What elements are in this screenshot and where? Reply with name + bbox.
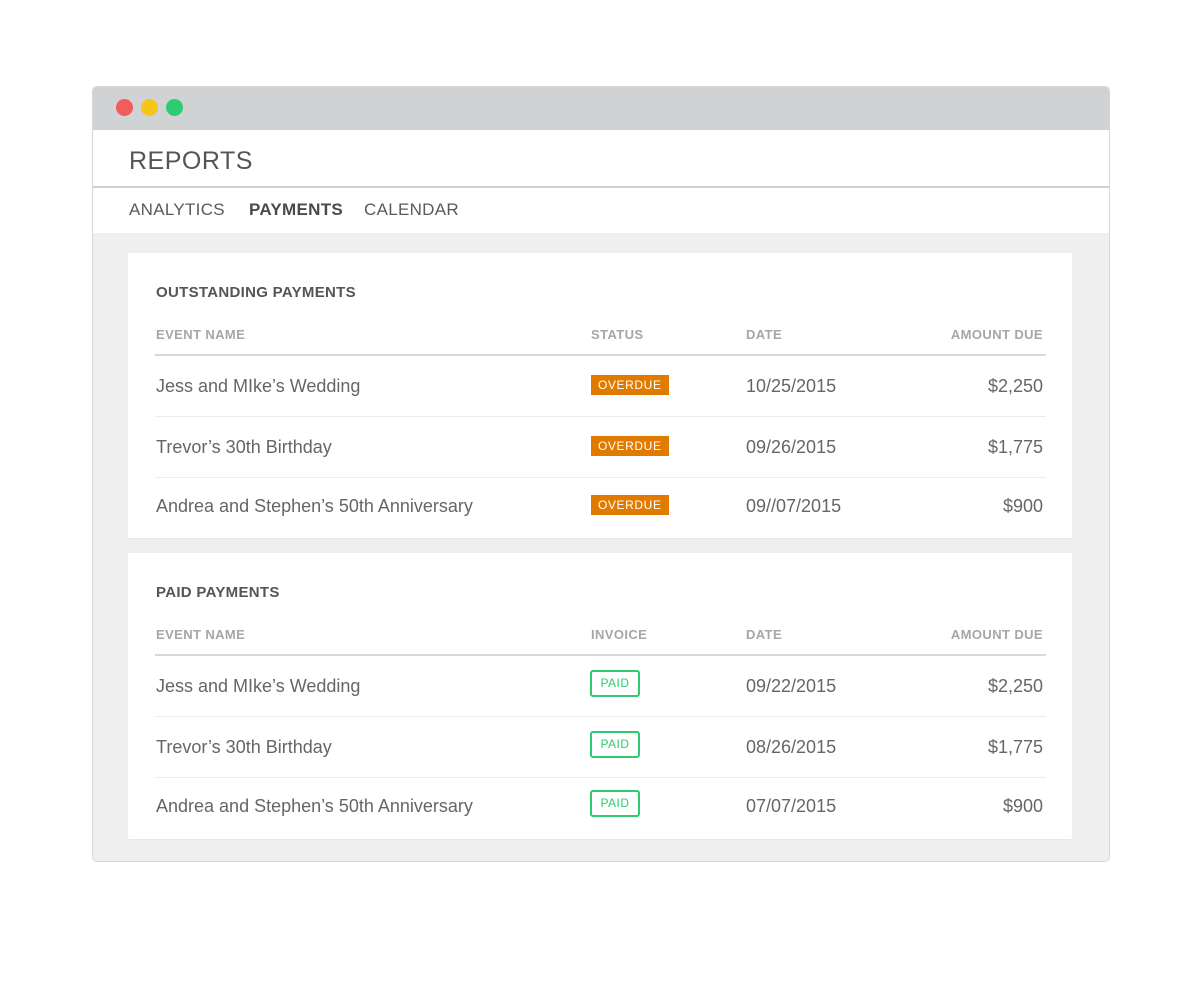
paid-invoice-button[interactable]: PAID: [590, 731, 640, 758]
column-header-invoice[interactable]: INVOICE: [591, 627, 647, 642]
column-header-status[interactable]: STATUS: [591, 327, 643, 342]
event-date: 09//07/2015: [746, 496, 842, 516]
event-date: 09/22/2015: [746, 676, 837, 696]
table-row[interactable]: Trevor’s 30th Birthday PAID 08/26/2015 $…: [155, 717, 1046, 778]
tab-payments[interactable]: PAYMENTS: [249, 200, 343, 220]
column-header-amount-due[interactable]: AMOUNT DUE: [951, 627, 1043, 642]
status-badge: OVERDUE: [591, 436, 669, 456]
column-header-date[interactable]: DATE: [746, 327, 782, 342]
table-header: EVENT NAME STATUS DATE AMOUNT DUE: [155, 326, 1046, 356]
tab-calendar[interactable]: CALENDAR: [364, 200, 459, 220]
event-date: 09/26/2015: [746, 437, 837, 457]
amount-due: $1,775: [987, 737, 1043, 757]
event-name: Trevor’s 30th Birthday: [156, 737, 332, 757]
paid-invoice-button[interactable]: PAID: [590, 670, 640, 697]
column-header-event-name[interactable]: EVENT NAME: [156, 327, 245, 342]
table-header: EVENT NAME INVOICE DATE AMOUNT DUE: [155, 626, 1046, 656]
table-row[interactable]: Trevor’s 30th Birthday OVERDUE 09/26/201…: [155, 417, 1046, 478]
amount-due: $900: [1002, 496, 1043, 516]
amount-due: $2,250: [987, 676, 1043, 696]
table-row[interactable]: Andrea and Stephen’s 50th Anniversary OV…: [155, 476, 1046, 536]
event-name: Jess and MIke’s Wedding: [156, 676, 361, 696]
paid-payments-card: PAID PAYMENTS EVENT NAME INVOICE DATE AM…: [128, 553, 1072, 839]
amount-due: $2,250: [987, 376, 1043, 396]
event-name: Jess and MIke’s Wedding: [156, 376, 361, 396]
event-name: Andrea and Stephen’s 50th Anniversary: [156, 796, 473, 816]
column-header-amount-due[interactable]: AMOUNT DUE: [951, 327, 1043, 342]
event-name: Trevor’s 30th Birthday: [156, 437, 332, 457]
maximize-window-button[interactable]: [166, 99, 183, 116]
card-title: PAID PAYMENTS: [156, 584, 280, 601]
event-date: 07/07/2015: [746, 796, 837, 816]
event-date: 10/25/2015: [746, 376, 837, 396]
tab-bar: ANALYTICS PAYMENTS CALENDAR: [93, 188, 1109, 233]
page-header: REPORTS: [93, 130, 1109, 188]
tab-analytics[interactable]: ANALYTICS: [129, 200, 225, 220]
status-badge: OVERDUE: [591, 375, 669, 395]
minimize-window-button[interactable]: [141, 99, 158, 116]
page-title: REPORTS: [129, 147, 253, 175]
amount-due: $1,775: [987, 437, 1043, 457]
event-name: Andrea and Stephen’s 50th Anniversary: [156, 496, 473, 516]
paid-invoice-button[interactable]: PAID: [590, 790, 640, 817]
main-content: OUTSTANDING PAYMENTS EVENT NAME STATUS D…: [93, 233, 1109, 861]
status-badge: OVERDUE: [591, 495, 669, 515]
column-header-event-name[interactable]: EVENT NAME: [156, 627, 245, 642]
column-header-date[interactable]: DATE: [746, 627, 782, 642]
close-window-button[interactable]: [116, 99, 133, 116]
table-row[interactable]: Andrea and Stephen’s 50th Anniversary PA…: [155, 776, 1046, 836]
card-title: OUTSTANDING PAYMENTS: [156, 284, 356, 301]
amount-due: $900: [1002, 796, 1043, 816]
table-row[interactable]: Jess and MIke’s Wedding OVERDUE 10/25/20…: [155, 356, 1046, 417]
browser-window: REPORTS ANALYTICS PAYMENTS CALENDAR OUTS…: [92, 86, 1110, 862]
outstanding-payments-card: OUTSTANDING PAYMENTS EVENT NAME STATUS D…: [128, 253, 1072, 538]
table-row[interactable]: Jess and MIke’s Wedding PAID 09/22/2015 …: [155, 656, 1046, 717]
window-titlebar: [93, 87, 1109, 130]
event-date: 08/26/2015: [746, 737, 837, 757]
